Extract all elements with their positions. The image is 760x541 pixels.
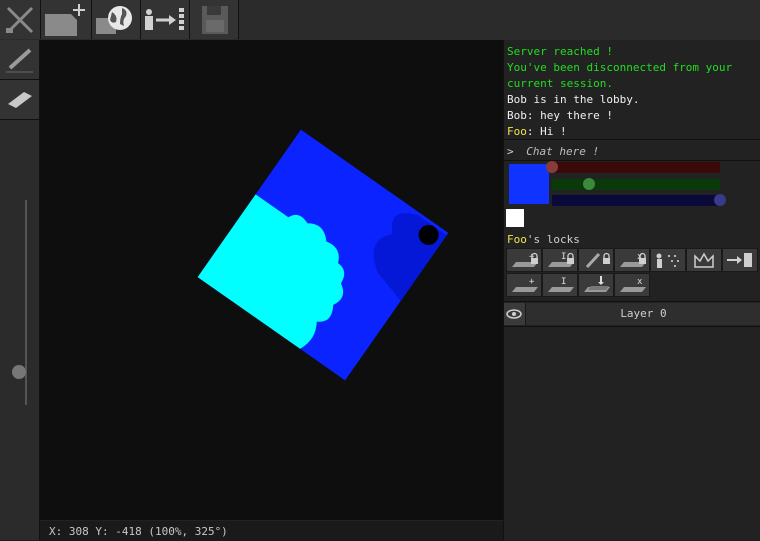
lock-admin-button[interactable] bbox=[686, 248, 722, 272]
chat-message: Server reached ! bbox=[507, 44, 759, 60]
disconnect-button[interactable] bbox=[0, 0, 41, 39]
layer-text-lock-icon: I bbox=[548, 252, 574, 267]
layer-merge-icon bbox=[584, 276, 610, 292]
rename-layer-button[interactable]: I bbox=[542, 273, 578, 297]
green-slider[interactable]: 56 bbox=[552, 178, 720, 190]
right-panel: Server reached ! You've been disconnected… bbox=[503, 40, 760, 540]
chat-message-part: Bob bbox=[507, 93, 527, 106]
svg-text:I: I bbox=[561, 277, 566, 287]
lock-chat-button[interactable] bbox=[650, 248, 686, 272]
chat-message: Bob: hey there ! bbox=[507, 108, 759, 124]
blue-slider[interactable]: 255 bbox=[552, 194, 726, 206]
svg-text:x: x bbox=[637, 277, 643, 287]
divider bbox=[504, 326, 760, 327]
lock-add-layer-button[interactable]: + bbox=[506, 248, 542, 272]
kick-user-button[interactable] bbox=[722, 248, 758, 272]
eraser-tool[interactable] bbox=[0, 80, 39, 120]
layer-plus-lock-icon: + bbox=[512, 252, 538, 267]
chat-placeholder: Chat here ! bbox=[526, 145, 600, 158]
chat-message-part: : Hi ! bbox=[526, 125, 567, 138]
svg-text:+: + bbox=[529, 277, 535, 287]
layer-visibility-toggle[interactable] bbox=[504, 303, 526, 325]
layer-x-lock-icon: x bbox=[620, 252, 646, 267]
exit-door-icon bbox=[727, 253, 752, 267]
chat-message-part: is in the lobby. bbox=[526, 93, 640, 106]
save-button[interactable] bbox=[190, 0, 239, 39]
pencil-lock-icon bbox=[585, 252, 610, 269]
chat-message-part: Foo bbox=[507, 125, 527, 138]
tool-column bbox=[0, 40, 40, 540]
person-arrow-icon bbox=[145, 8, 184, 30]
pencil-icon bbox=[6, 48, 33, 73]
globe-icon bbox=[96, 6, 132, 34]
locks-title: Foo's locks bbox=[507, 233, 580, 246]
layer-plus-icon: + bbox=[512, 277, 538, 292]
layer-text-icon: I bbox=[548, 277, 574, 292]
secondary-color-swatch[interactable] bbox=[506, 209, 524, 227]
divider bbox=[504, 139, 760, 140]
status-bar: X: 308 Y: -418 (100%, 325°) bbox=[40, 520, 503, 541]
locks-suffix: 's locks bbox=[526, 233, 580, 246]
floppy-disk-icon bbox=[202, 6, 228, 34]
chat-message-part: : hey there ! bbox=[526, 109, 613, 122]
chat-message-part: You've been disconnected from your bbox=[507, 61, 733, 74]
chat-message: Foo: Hi ! bbox=[507, 124, 759, 140]
crown-icon bbox=[694, 252, 714, 268]
divider bbox=[504, 301, 760, 302]
eraser-icon bbox=[8, 92, 32, 108]
delete-layer-button[interactable]: x bbox=[614, 273, 650, 297]
chat-prompt: > bbox=[507, 145, 514, 158]
lock-rename-layer-button[interactable]: I bbox=[542, 248, 578, 272]
green-slider-handle[interactable] bbox=[582, 178, 595, 190]
chat-message-part: current session. bbox=[507, 77, 613, 90]
chat-message-part: Server reached ! bbox=[507, 45, 613, 58]
host-online-button[interactable] bbox=[92, 0, 141, 39]
chat-message-part: Bob bbox=[507, 109, 527, 122]
top-toolbar bbox=[0, 0, 760, 41]
pencil-tool[interactable] bbox=[0, 40, 39, 80]
megaphone-icon bbox=[656, 253, 679, 268]
eye-icon bbox=[506, 309, 522, 319]
add-layer-button[interactable]: + bbox=[506, 273, 542, 297]
red-slider-handle[interactable] bbox=[546, 161, 558, 173]
new-canvas-button[interactable] bbox=[41, 0, 92, 39]
red-slider[interactable]: 0 bbox=[546, 161, 720, 173]
locks-owner: Foo bbox=[507, 233, 527, 246]
divider bbox=[504, 160, 760, 161]
chat-input[interactable]: > Chat here ! bbox=[507, 145, 757, 158]
layer-x-icon: x bbox=[620, 277, 646, 292]
drawing-canvas[interactable] bbox=[40, 40, 503, 520]
svg-text:I: I bbox=[561, 252, 566, 262]
brush-size-handle[interactable] bbox=[12, 365, 26, 380]
current-color-swatch[interactable] bbox=[509, 164, 549, 204]
lock-draw-button[interactable] bbox=[578, 248, 614, 272]
crossed-tools-icon bbox=[6, 6, 34, 34]
blue-slider-handle[interactable] bbox=[714, 194, 726, 206]
chat-log: Server reached ! You've been disconnected… bbox=[507, 44, 759, 140]
join-session-button[interactable] bbox=[141, 0, 190, 39]
merge-layer-button[interactable] bbox=[578, 273, 614, 297]
new-canvas-plus-icon bbox=[45, 4, 85, 36]
chat-message: Bob is in the lobby. bbox=[507, 92, 759, 108]
cursor-coordinates: X: 308 Y: -418 (100%, 325°) bbox=[49, 525, 228, 538]
canvas-drawing bbox=[197, 129, 449, 381]
chat-message: You've been disconnected from your bbox=[507, 60, 759, 76]
lock-delete-layer-button[interactable]: x bbox=[614, 248, 650, 272]
layer-name: Layer 0 bbox=[620, 307, 667, 320]
layer-row[interactable]: Layer 0 bbox=[504, 303, 760, 325]
chat-message: current session. bbox=[507, 76, 759, 92]
